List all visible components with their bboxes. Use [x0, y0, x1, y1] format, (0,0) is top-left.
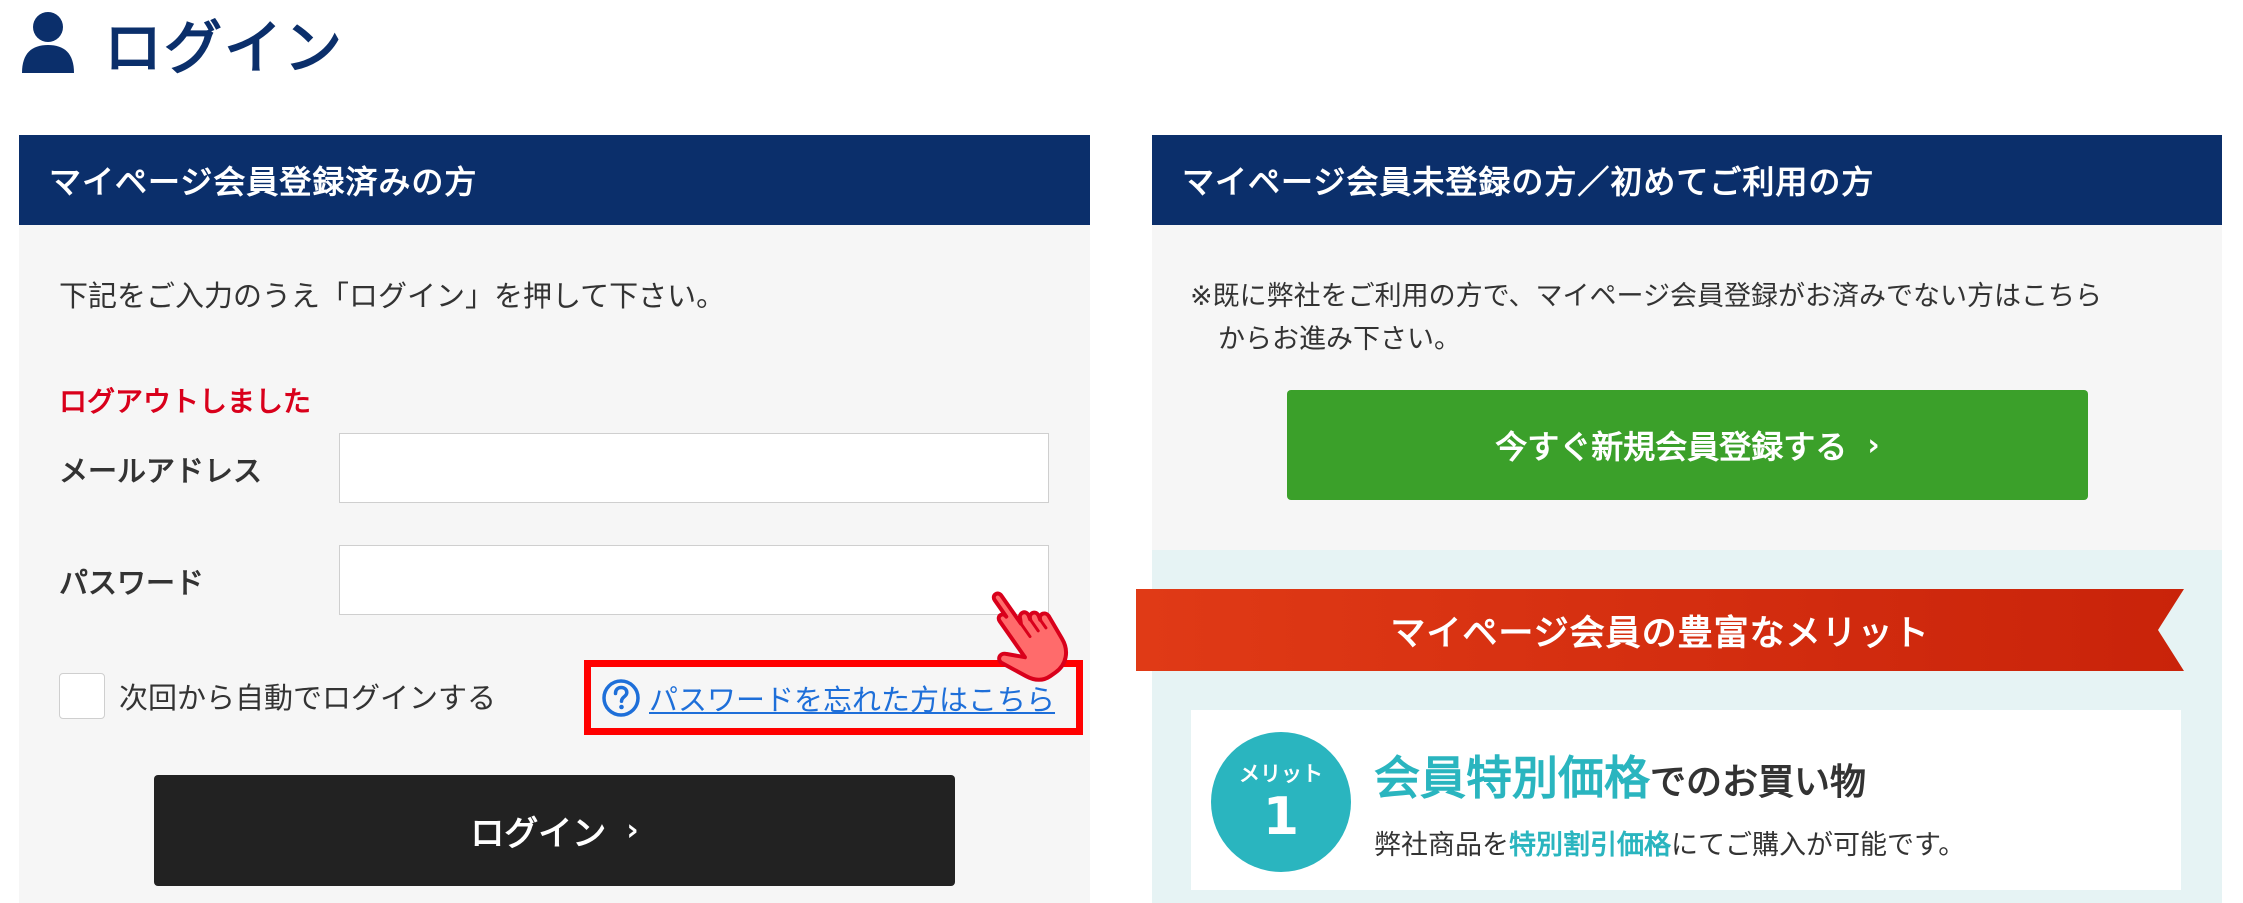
merit-desc-suffix: にてご購入が可能です。: [1671, 830, 1966, 861]
register-button-label: 今すぐ新規会員登録する: [1495, 428, 1848, 466]
page-title-area: ログイン: [20, 8, 344, 82]
logout-message: ログアウトしました: [59, 385, 312, 418]
merit-heading-highlight: 会員特別価格: [1374, 751, 1650, 805]
password-label: パスワード: [59, 566, 205, 600]
merit-desc-prefix: 弊社商品を: [1374, 830, 1509, 861]
merit-badge-number: 1: [1262, 787, 1300, 847]
register-note-line2: からお進み下さい。: [1218, 324, 1461, 355]
auto-login-checkbox[interactable]: [59, 673, 105, 719]
hand-pointer-icon: [991, 591, 1069, 682]
register-note-line1: ※既に弊社をご利用の方で、マイページ会員登録がお済みでない方はこちら: [1190, 281, 2103, 312]
login-button[interactable]: ログイン ›: [154, 775, 955, 886]
login-panel: マイページ会員登録済みの方 下記をご入力のうえ「ログイン」を押して下さい。 ログ…: [19, 135, 1090, 903]
login-panel-header: マイページ会員登録済みの方: [19, 135, 1090, 225]
email-field[interactable]: [339, 433, 1049, 503]
person-icon: [22, 12, 74, 73]
page-title: ログイン: [104, 14, 345, 82]
chevron-right-icon: ›: [626, 813, 639, 848]
merit-ribbon-title: マイページ会員の豊富なメリット: [1390, 613, 1930, 654]
login-button-label: ログイン: [470, 814, 607, 854]
email-label: メールアドレス: [59, 454, 263, 488]
merit-heading: 会員特別価格でのお買い物: [1374, 742, 1866, 808]
merit-ribbon: マイページ会員の豊富なメリット: [1136, 589, 2184, 671]
register-note: ※既に弊社をご利用の方で、マイページ会員登録がお済みでない方はこちら からお進み…: [1190, 275, 2200, 361]
auto-login-option[interactable]: 次回から自動でログインする: [59, 673, 496, 719]
help-circle-icon[interactable]: [601, 678, 641, 718]
register-panel-header: マイページ会員未登録の方／初めてご利用の方: [1152, 135, 2222, 225]
merit-badge-label: メリット: [1239, 762, 1323, 786]
chevron-right-icon: ›: [1867, 427, 1880, 463]
merit-card: メリット 1 会員特別価格でのお買い物 弊社商品を特別割引価格にてご購入が可能で…: [1191, 710, 2181, 890]
register-button[interactable]: 今すぐ新規会員登録する ›: [1287, 390, 2088, 500]
auto-login-label: 次回から自動でログインする: [119, 681, 497, 715]
merit-badge: メリット 1: [1211, 732, 1351, 872]
merit-heading-rest: でのお買い物: [1650, 762, 1867, 803]
merit-desc-highlight: 特別割引価格: [1509, 830, 1671, 861]
password-field[interactable]: [339, 545, 1049, 615]
merit-description: 弊社商品を特別割引価格にてご購入が可能です。: [1374, 823, 1965, 862]
login-instruction: 下記をご入力のうえ「ログイン」を押して下さい。: [59, 279, 726, 313]
